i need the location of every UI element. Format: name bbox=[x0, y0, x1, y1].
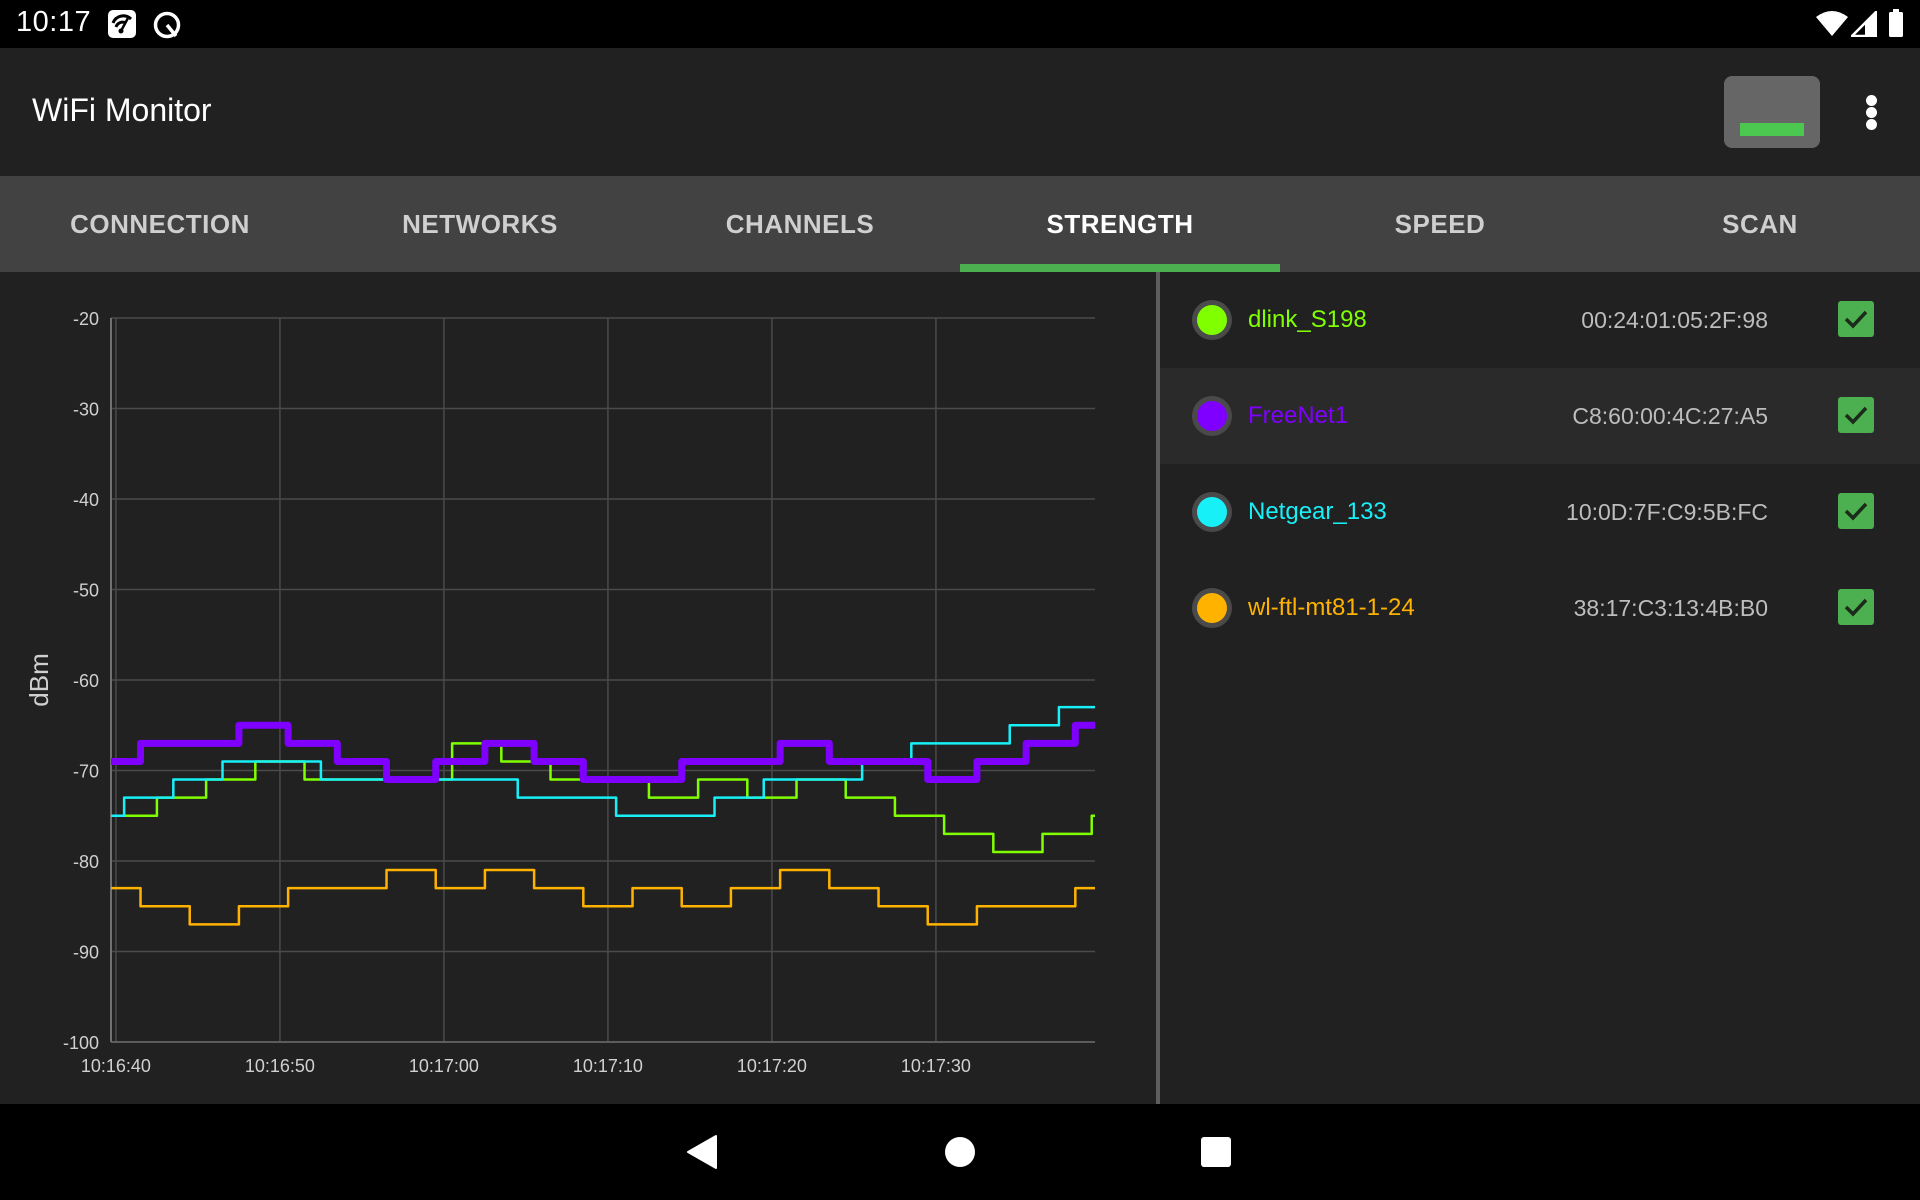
battery-icon bbox=[1888, 9, 1904, 42]
overflow-menu-button[interactable] bbox=[1852, 88, 1892, 136]
y-tick-label: -30 bbox=[73, 400, 99, 420]
color-dot bbox=[1192, 300, 1232, 340]
show-series-checkbox[interactable] bbox=[1838, 589, 1874, 625]
network-list: dlink_S198 00:24:01:05:2F:98 FreeNet1 C8… bbox=[1160, 272, 1920, 1104]
series-color-icon bbox=[1197, 305, 1227, 335]
color-dot bbox=[1192, 588, 1232, 628]
ssid-label: FreeNet1 bbox=[1248, 402, 1349, 429]
network-row-wl-ftl[interactable]: wl-ftl-mt81-1-24 38:17:C3:13:4B:B0 bbox=[1160, 560, 1920, 656]
home-button[interactable] bbox=[944, 1136, 976, 1173]
tab-label: NETWORKS bbox=[402, 209, 558, 239]
navigation-bar bbox=[0, 1104, 1920, 1200]
color-dot bbox=[1192, 492, 1232, 532]
show-series-checkbox[interactable] bbox=[1838, 493, 1874, 529]
show-series-checkbox[interactable] bbox=[1838, 301, 1874, 337]
series-color-icon bbox=[1197, 593, 1227, 623]
network-row-freenet[interactable]: FreeNet1 C8:60:00:4C:27:A5 bbox=[1160, 368, 1920, 464]
x-tick-label: 10:17:10 bbox=[573, 1056, 643, 1076]
strength-chart-panel: -20 -30 -40 -50 -60 -70 -80 -90 -100 10:16:40 10:… bbox=[0, 272, 1156, 1104]
series-color-icon bbox=[1197, 401, 1227, 431]
cell-signal-icon bbox=[1848, 8, 1878, 42]
series-color-icon bbox=[1197, 497, 1227, 527]
checkmark-icon bbox=[1844, 406, 1868, 425]
show-series-checkbox[interactable] bbox=[1838, 397, 1874, 433]
color-dot bbox=[1192, 396, 1232, 436]
chart-series bbox=[111, 705, 1095, 926]
ssid-label: wl-ftl-mt81-1-24 bbox=[1248, 594, 1415, 621]
tab-label: SCAN bbox=[1722, 209, 1798, 239]
series-line-wl-ftl-mt81-1-24 bbox=[111, 868, 1095, 926]
tab-speed[interactable]: SPEED bbox=[1280, 176, 1600, 272]
tab-label: SPEED bbox=[1394, 209, 1486, 239]
y-tick-label: -100 bbox=[63, 1033, 99, 1053]
y-tick-label: -50 bbox=[73, 581, 99, 601]
checkmark-icon bbox=[1844, 502, 1868, 521]
speedtest-icon bbox=[108, 10, 136, 43]
x-tick-label: 10:16:40 bbox=[81, 1056, 151, 1076]
bssid-label: C8:60:00:4C:27:A5 bbox=[1572, 403, 1768, 429]
x-tick-labels: 10:16:40 10:16:50 10:17:00 10:17:10 10:17:20… bbox=[81, 1056, 971, 1076]
signal-strength-button[interactable] bbox=[1724, 76, 1820, 148]
x-tick-label: 10:16:50 bbox=[245, 1056, 315, 1076]
app-bar: WiFi Monitor bbox=[0, 48, 1920, 176]
checkmark-icon bbox=[1844, 598, 1868, 617]
q-launcher-icon bbox=[152, 10, 182, 45]
recents-icon bbox=[1201, 1137, 1231, 1167]
tab-networks[interactable]: NETWORKS bbox=[320, 176, 640, 272]
x-tick-label: 10:17:30 bbox=[901, 1056, 971, 1076]
tab-label: CHANNELS bbox=[725, 209, 875, 239]
y-tick-labels: -20 -30 -40 -50 -60 -70 -80 -90 -100 bbox=[63, 309, 99, 1053]
strength-chart[interactable]: -20-30-40-50-60-70-80-90-100 10:16:40 10:… bbox=[0, 272, 1156, 1104]
bssid-label: 38:17:C3:13:4B:B0 bbox=[1573, 595, 1768, 621]
recents-button[interactable] bbox=[1200, 1136, 1232, 1173]
back-icon bbox=[687, 1135, 717, 1169]
active-tab-indicator bbox=[960, 264, 1280, 272]
network-row-netgear[interactable]: Netgear_133 10:0D:7F:C9:5B:FC bbox=[1160, 464, 1920, 560]
y-tick-label: -60 bbox=[73, 671, 99, 691]
tab-bar: CONNECTION NETWORKS CHANNELS STRENGTH SP… bbox=[0, 176, 1920, 272]
back-button[interactable] bbox=[684, 1134, 720, 1175]
tab-label: STRENGTH bbox=[1046, 209, 1194, 239]
wifi-signal-icon bbox=[1816, 10, 1848, 41]
status-time: 10:17 bbox=[16, 6, 92, 38]
bssid-label: 00:24:01:05:2F:98 bbox=[1581, 307, 1768, 333]
tab-connection[interactable]: CONNECTION bbox=[0, 176, 320, 272]
home-icon bbox=[945, 1137, 975, 1167]
tab-scan[interactable]: SCAN bbox=[1600, 176, 1920, 272]
tab-label: CONNECTION bbox=[70, 209, 250, 239]
y-tick-label: -80 bbox=[73, 852, 99, 872]
checkmark-icon bbox=[1844, 310, 1868, 329]
bssid-label: 10:0D:7F:C9:5B:FC bbox=[1566, 499, 1768, 525]
chart-grid bbox=[110, 317, 1095, 1043]
ssid-label: dlink_S198 bbox=[1248, 306, 1367, 333]
y-tick-label: -90 bbox=[73, 943, 99, 963]
status-bar: 10:17 bbox=[0, 0, 1920, 48]
tab-strength[interactable]: STRENGTH bbox=[960, 176, 1280, 272]
y-tick-label: -20 bbox=[73, 309, 99, 329]
y-axis-label: dBm bbox=[24, 653, 54, 706]
x-tick-label: 10:17:00 bbox=[409, 1056, 479, 1076]
y-tick-label: -70 bbox=[73, 762, 99, 782]
app-title: WiFi Monitor bbox=[32, 92, 212, 128]
x-tick-label: 10:17:20 bbox=[737, 1056, 807, 1076]
y-tick-label: -40 bbox=[73, 490, 99, 510]
ssid-label: Netgear_133 bbox=[1248, 498, 1387, 525]
network-row-dlink[interactable]: dlink_S198 00:24:01:05:2F:98 bbox=[1160, 272, 1920, 368]
tab-channels[interactable]: CHANNELS bbox=[640, 176, 960, 272]
strength-bar-icon bbox=[1740, 123, 1804, 136]
series-line-freenet1 bbox=[111, 721, 1095, 784]
